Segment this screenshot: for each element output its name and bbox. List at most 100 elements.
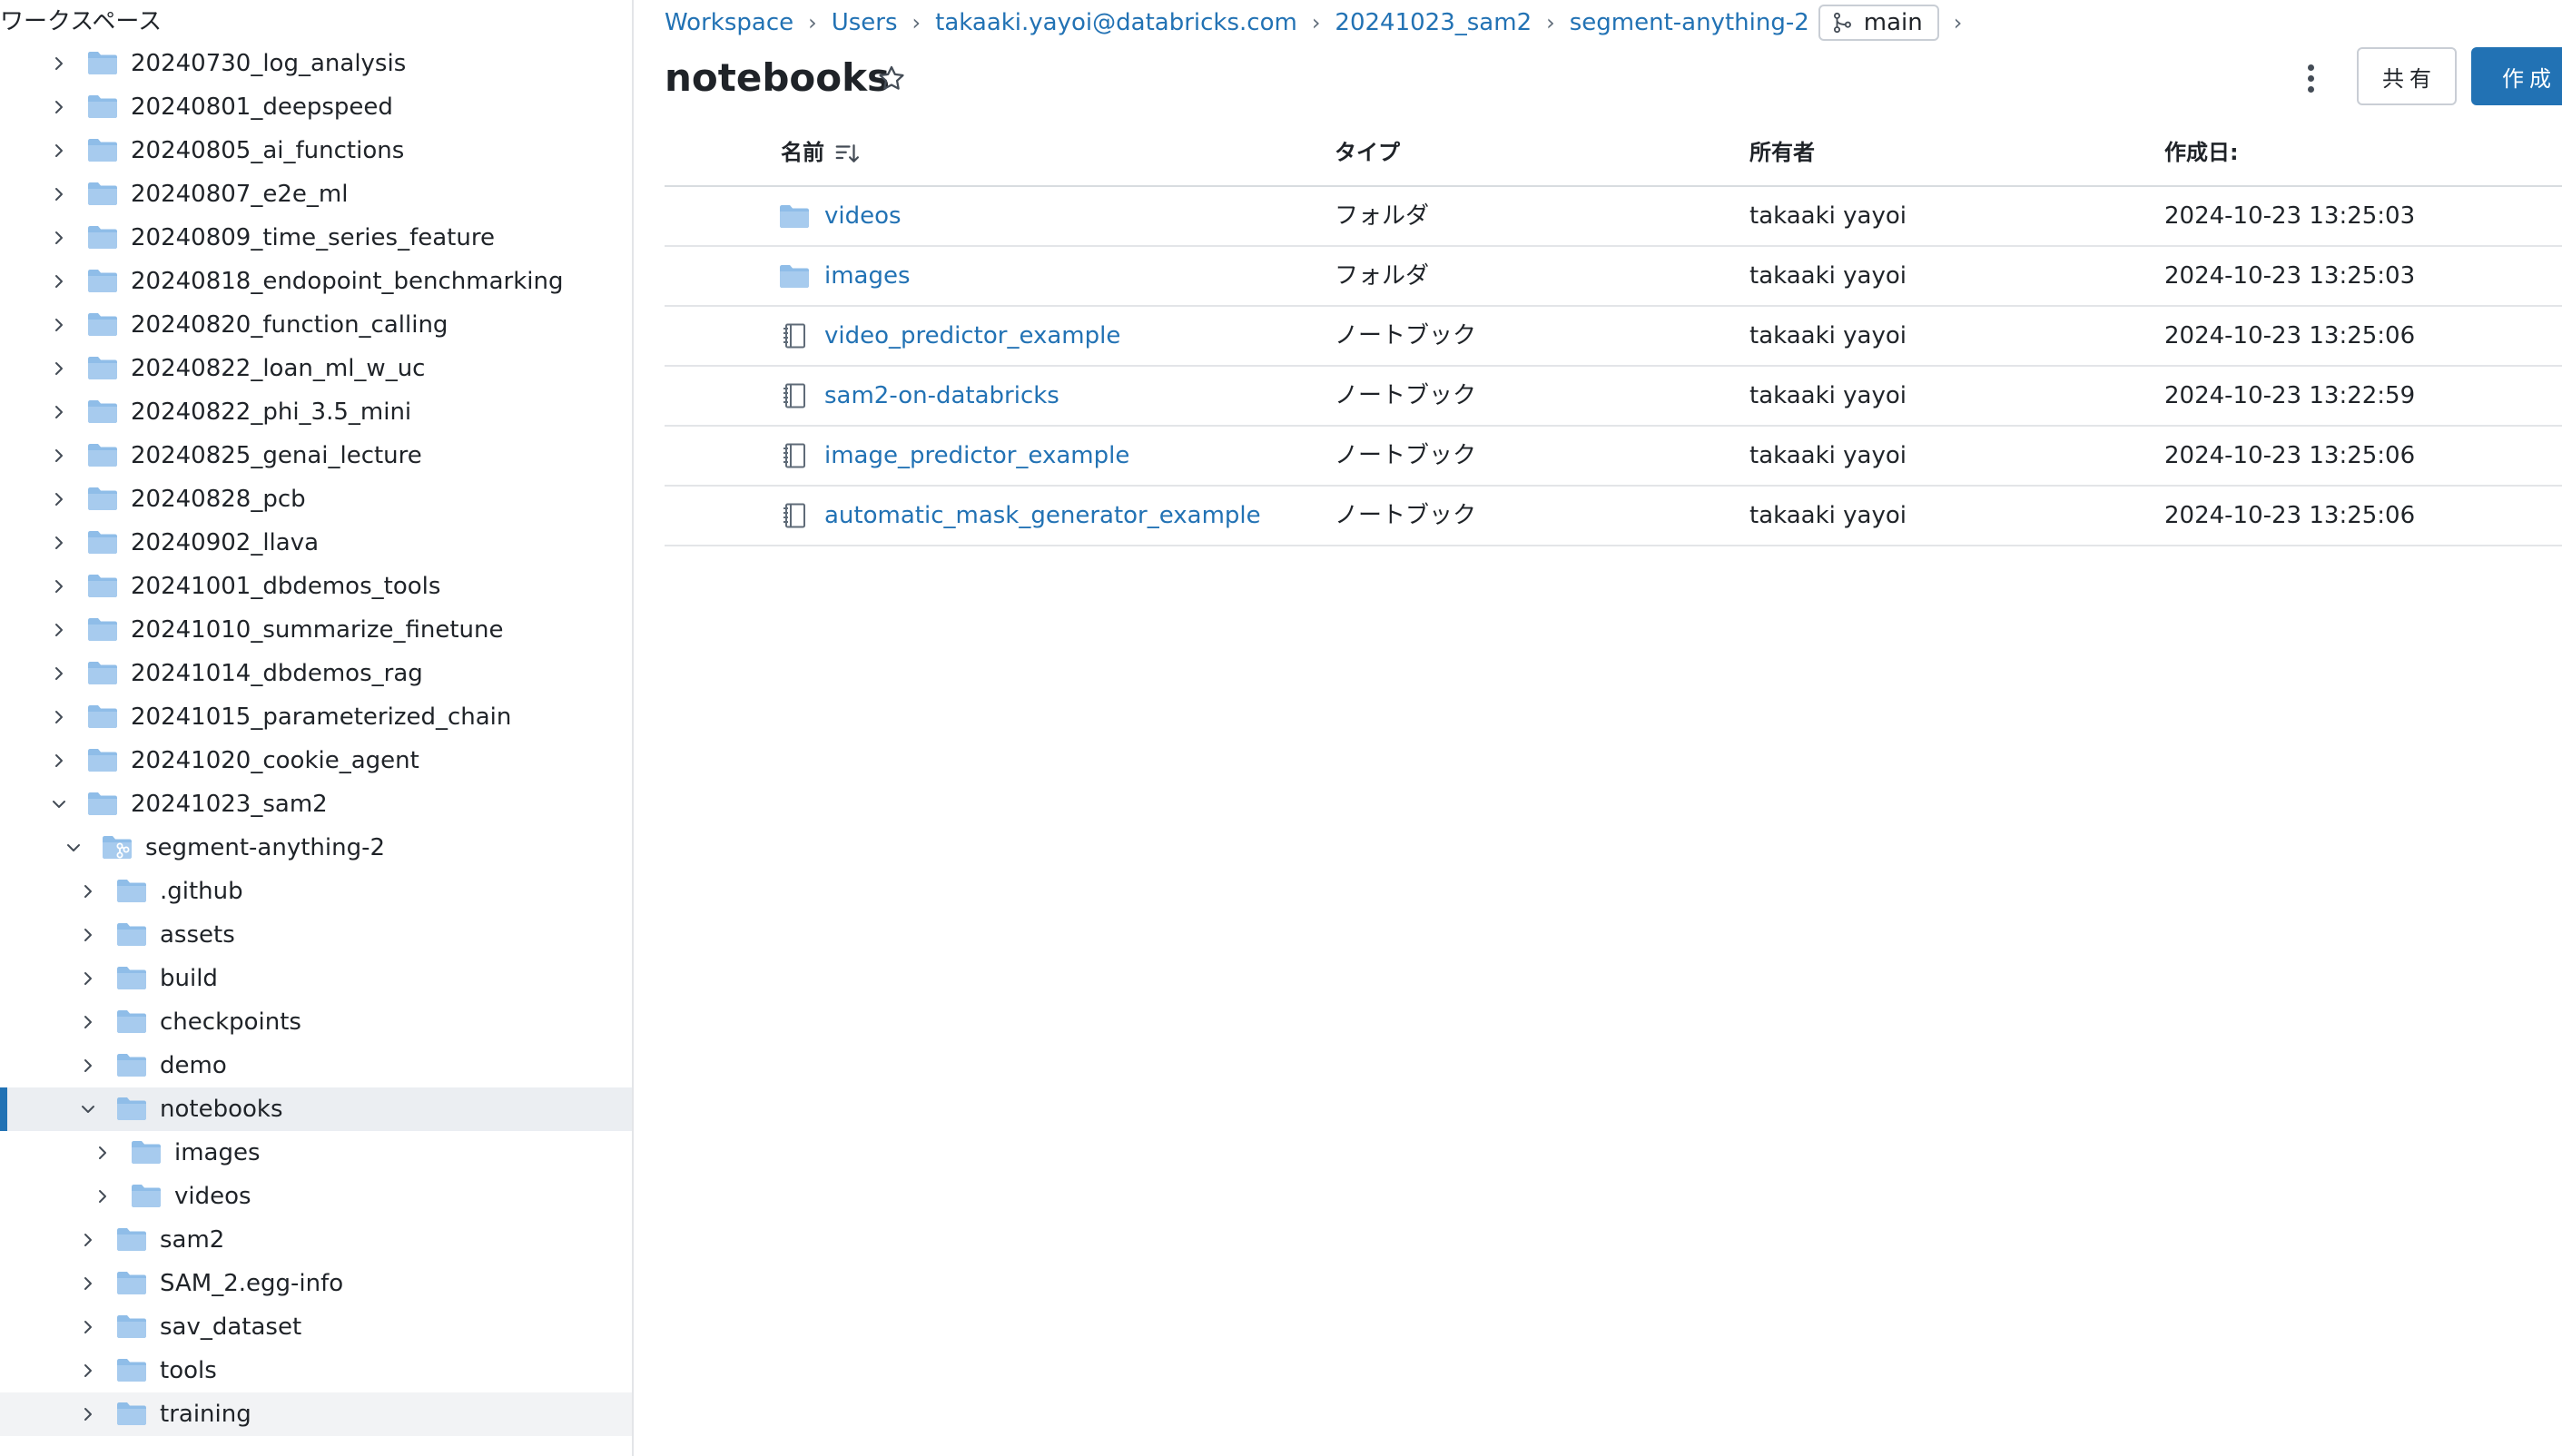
name-link[interactable]: automatic_mask_generator_example — [824, 487, 1261, 545]
chevron-right-icon[interactable] — [48, 358, 70, 379]
breadcrumb-link-20241023-sam2[interactable]: 20241023_sam2 — [1335, 9, 1532, 36]
tree-item-training[interactable]: training — [0, 1392, 632, 1436]
tree-item-github[interactable]: .github — [0, 870, 632, 913]
column-header-owner[interactable]: 所有者 — [1749, 129, 1815, 187]
name-link[interactable]: image_predictor_example — [824, 427, 1129, 485]
chevron-right-icon[interactable] — [48, 445, 70, 467]
chevron-right-icon[interactable] — [77, 1403, 99, 1425]
table-row[interactable]: images フォルダ takaaki yayoi 2024-10-23 13:25:… — [665, 247, 2562, 307]
chevron-right-icon[interactable] — [48, 576, 70, 597]
tree-item-assets[interactable]: assets — [0, 913, 632, 957]
chevron-right-icon[interactable] — [48, 96, 70, 118]
tree-item-sam-2-egg-info[interactable]: SAM_2.egg-info — [0, 1262, 632, 1305]
tree-item-20240902-llava[interactable]: 20240902_llava — [0, 521, 632, 565]
folder-icon — [116, 965, 147, 990]
name-link[interactable]: video_predictor_example — [824, 307, 1120, 365]
chevron-right-icon[interactable] — [48, 271, 70, 292]
more-options-icon[interactable] — [2297, 60, 2324, 96]
chevron-right-icon[interactable] — [48, 53, 70, 74]
table-row[interactable]: image_predictor_example ノートブック takaaki yay… — [665, 427, 2562, 487]
chevron-right-icon[interactable] — [77, 1229, 99, 1251]
chevron-right-icon[interactable] — [48, 532, 70, 554]
tree-item-20241020-cookie-agent[interactable]: 20241020_cookie_agent — [0, 739, 632, 782]
tree-item-20240822-loan-ml-w-uc[interactable]: 20240822_loan_ml_w_uc — [0, 347, 632, 390]
table-row[interactable]: video_predictor_example ノートブック takaaki yay… — [665, 307, 2562, 367]
chevron-right-icon[interactable] — [48, 619, 70, 641]
tree-item-20240805-ai-functions[interactable]: 20240805_ai_functions — [0, 129, 632, 172]
tree-item-tools[interactable]: tools — [0, 1349, 632, 1392]
folder-icon — [131, 1183, 162, 1208]
column-header-type[interactable]: タイプ — [1335, 129, 1400, 187]
create-button[interactable]: 作成 — [2471, 47, 2562, 105]
breadcrumb-link-workspace[interactable]: Workspace — [665, 9, 793, 36]
tree-item-20241014-dbdemos-rag[interactable]: 20241014_dbdemos_rag — [0, 652, 632, 695]
chevron-right-icon[interactable] — [77, 1360, 99, 1382]
created-cell: 2024-10-23 13:25:03 — [2164, 262, 2416, 290]
sort-icon[interactable] — [833, 140, 861, 167]
breadcrumb-link-users[interactable]: Users — [832, 9, 898, 36]
tree-item-20240820-function-calling[interactable]: 20240820_function_calling — [0, 303, 632, 347]
chevron-down-icon[interactable] — [63, 837, 84, 859]
chevron-down-icon[interactable] — [48, 793, 70, 815]
chevron-right-icon[interactable] — [92, 1142, 113, 1164]
table-row[interactable]: videos フォルダ takaaki yayoi 2024-10-23 13:25:… — [665, 187, 2562, 247]
tree-item-20240822-phi-3-5-mini[interactable]: 20240822_phi_3.5_mini — [0, 390, 632, 434]
tree-item-label: 20240822_phi_3.5_mini — [131, 398, 412, 426]
chevron-right-icon[interactable] — [48, 706, 70, 728]
tree-item-images[interactable]: images — [0, 1131, 632, 1175]
chevron-right-icon[interactable] — [77, 1273, 99, 1294]
chevron-right-icon[interactable] — [77, 1011, 99, 1033]
tree-item-20241015-parameterized-chain[interactable]: 20241015_parameterized_chain — [0, 695, 632, 739]
owner-cell: takaaki yayoi — [1749, 322, 1907, 349]
created-cell: 2024-10-23 13:25:06 — [2164, 442, 2416, 469]
table-row[interactable]: automatic_mask_generator_example ノートブック ta… — [665, 487, 2562, 546]
column-header-created[interactable]: 作成日: — [2164, 129, 2239, 187]
tree-item-demo[interactable]: demo — [0, 1044, 632, 1087]
name-link[interactable]: videos — [824, 187, 902, 245]
tree-item-20241010-summarize-finetune[interactable]: 20241010_summarize_finetune — [0, 608, 632, 652]
chevron-right-icon[interactable] — [48, 140, 70, 162]
tree-item-segment-anything-2[interactable]: segment-anything-2 — [0, 826, 632, 870]
star-icon[interactable] — [876, 64, 907, 94]
name-link[interactable]: images — [824, 247, 911, 305]
tree-item-20240818-endopoint-benchmarking[interactable]: 20240818_endopoint_benchmarking — [0, 260, 632, 303]
folder-icon — [87, 224, 118, 250]
chevron-right-icon[interactable] — [77, 1055, 99, 1077]
table-row[interactable]: sam2-on-databricks ノートブック takaaki yayoi 202… — [665, 367, 2562, 427]
tree-item-sav-dataset[interactable]: sav_dataset — [0, 1305, 632, 1349]
tree-item-notebooks[interactable]: notebooks — [0, 1087, 632, 1131]
name-link[interactable]: sam2-on-databricks — [824, 367, 1059, 425]
tree-item-build[interactable]: build — [0, 957, 632, 1000]
folder-icon — [116, 1226, 147, 1252]
tree-item-20240801-deepspeed[interactable]: 20240801_deepspeed — [0, 85, 632, 129]
share-button[interactable]: 共有 — [2357, 47, 2457, 105]
chevron-right-icon[interactable] — [48, 314, 70, 336]
chevron-right-icon[interactable] — [92, 1185, 113, 1207]
chevron-down-icon[interactable] — [77, 1098, 99, 1120]
tree-item-label: 20240809_time_series_feature — [131, 224, 495, 251]
chevron-right-icon[interactable] — [48, 227, 70, 249]
chevron-right-icon[interactable] — [77, 880, 99, 902]
tree-item-checkpoints[interactable]: checkpoints — [0, 1000, 632, 1044]
tree-item-20240825-genai-lecture[interactable]: 20240825_genai_lecture — [0, 434, 632, 477]
tree-item-sam2[interactable]: sam2 — [0, 1218, 632, 1262]
tree-item-20241023-sam2[interactable]: 20241023_sam2 — [0, 782, 632, 826]
breadcrumb-link-segment-anything-2[interactable]: segment-anything-2 — [1570, 9, 1809, 36]
tree-item-videos[interactable]: videos — [0, 1175, 632, 1218]
tree-item-20241001-dbdemos-tools[interactable]: 20241001_dbdemos_tools — [0, 565, 632, 608]
chevron-right-icon[interactable] — [48, 401, 70, 423]
branch-selector[interactable]: main — [1818, 5, 1939, 41]
chevron-right-icon[interactable] — [48, 663, 70, 684]
column-header-name[interactable]: 名前 — [781, 129, 824, 187]
chevron-right-icon[interactable] — [77, 1316, 99, 1338]
chevron-right-icon[interactable] — [48, 183, 70, 205]
tree-item-20240807-e2e-ml[interactable]: 20240807_e2e_ml — [0, 172, 632, 216]
chevron-right-icon[interactable] — [77, 968, 99, 989]
breadcrumb-link-takaaki-yayoi-databricks-com[interactable]: takaaki.yayoi@databricks.com — [935, 9, 1297, 36]
chevron-right-icon[interactable] — [77, 924, 99, 946]
chevron-right-icon[interactable] — [48, 488, 70, 510]
chevron-right-icon[interactable] — [48, 750, 70, 772]
tree-item-20240828-pcb[interactable]: 20240828_pcb — [0, 477, 632, 521]
tree-item-20240730-log-analysis[interactable]: 20240730_log_analysis — [0, 42, 632, 85]
tree-item-20240809-time-series-feature[interactable]: 20240809_time_series_feature — [0, 216, 632, 260]
